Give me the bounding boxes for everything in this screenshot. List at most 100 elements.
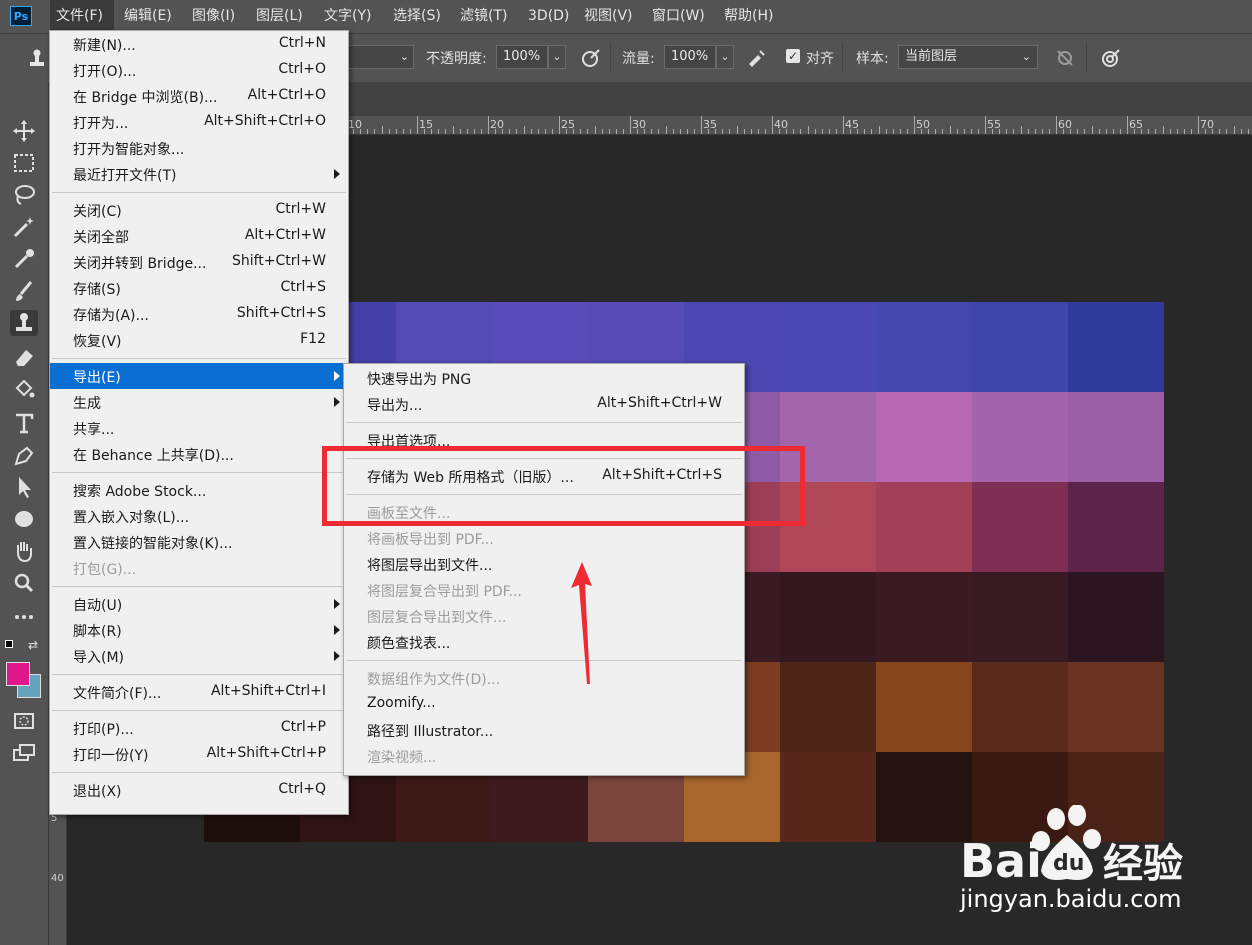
opacity-dropdown-caret[interactable]: ⌄ xyxy=(548,45,566,69)
menu-item[interactable]: 导入(M) xyxy=(50,643,348,669)
ruler-tick xyxy=(488,116,489,134)
hand-tool-icon[interactable] xyxy=(10,538,38,564)
menu-item[interactable]: 存储(S) Ctrl+S xyxy=(50,275,348,301)
menubar-item[interactable]: 图层(L) xyxy=(250,0,310,33)
clone-stamp-icon[interactable] xyxy=(26,47,48,69)
ruler-tick xyxy=(417,116,418,134)
lasso-tool-icon[interactable] xyxy=(10,182,38,208)
clone-stamp-tool-icon[interactable] xyxy=(10,310,38,336)
menu-item[interactable]: 新建(N)... Ctrl+N xyxy=(50,31,348,57)
ruler-tick xyxy=(594,126,596,134)
type-tool-icon[interactable] xyxy=(10,410,38,436)
menu-item[interactable]: 打印一份(Y) Alt+Shift+Ctrl+P xyxy=(50,741,348,767)
menu-item[interactable]: 共享... xyxy=(50,415,348,441)
quick-mask-icon[interactable] xyxy=(10,708,38,734)
menubar-item[interactable]: 选择(S) xyxy=(387,0,447,33)
menu-item-label: 置入嵌入对象(L)... xyxy=(73,510,190,526)
airbrush-icon[interactable] xyxy=(746,47,768,69)
ruler-tick xyxy=(963,129,965,134)
menu-item[interactable]: 关闭(C) Ctrl+W xyxy=(50,197,348,223)
menu-item[interactable]: 在 Bridge 中浏览(B)... Alt+Ctrl+O xyxy=(50,83,348,109)
menu-item[interactable]: 导出(E) xyxy=(50,363,348,389)
screen-mode-icon[interactable] xyxy=(10,740,38,766)
ignore-adjustment-layers-icon[interactable] xyxy=(1054,47,1076,69)
ruler-tick xyxy=(601,129,603,134)
ruler-tick xyxy=(1148,129,1150,134)
path-selection-tool-icon[interactable] xyxy=(10,474,38,500)
brush-tool-icon[interactable] xyxy=(10,278,38,304)
menu-item-label: 共享... xyxy=(73,422,115,438)
menubar-item[interactable]: 3D(D) xyxy=(522,0,570,33)
menu-item[interactable]: 关闭并转到 Bridge... Shift+Ctrl+W xyxy=(50,249,348,275)
pressure-size-icon[interactable] xyxy=(1100,47,1122,69)
flow-dropdown-caret[interactable]: ⌄ xyxy=(716,45,734,69)
move-tool-icon[interactable] xyxy=(10,118,38,144)
menu-item-shortcut: Shift+Ctrl+S xyxy=(236,305,326,321)
more-tools-icon[interactable] xyxy=(10,604,38,630)
menubar-item[interactable]: 滤镜(T) xyxy=(454,0,514,33)
marquee-tool-icon[interactable] xyxy=(10,150,38,176)
ruler-tick xyxy=(1226,129,1228,134)
menu-item[interactable]: 退出(X) Ctrl+Q xyxy=(50,777,348,803)
menu-item-label: 存储(S) xyxy=(73,282,121,298)
menubar-item[interactable]: 帮助(H) xyxy=(718,0,778,33)
menu-item[interactable]: 在 Behance 上共享(D)... xyxy=(50,441,348,467)
menu-item[interactable]: 关闭全部 Alt+Ctrl+W xyxy=(50,223,348,249)
menu-item[interactable]: 导出为... Alt+Shift+Ctrl+W xyxy=(344,391,744,417)
menu-item-label: 路径到 Illustrator... xyxy=(367,724,494,740)
brush-mode-dropdown[interactable]: ⌄ xyxy=(348,45,414,69)
menu-item[interactable]: 生成 xyxy=(50,389,348,415)
pen-tool-icon[interactable] xyxy=(10,442,38,468)
menubar-item[interactable]: 文字(Y) xyxy=(318,0,380,33)
menu-item[interactable]: 最近打开文件(T) xyxy=(50,161,348,187)
menubar-item[interactable]: 编辑(E) xyxy=(118,0,178,33)
menubar-item[interactable]: 窗口(W) xyxy=(646,0,712,33)
menu-item[interactable]: 打开为智能对象... xyxy=(50,135,348,161)
mosaic-tile xyxy=(780,302,876,392)
menu-item[interactable]: 存储为(A)... Shift+Ctrl+S xyxy=(50,301,348,327)
menu-item[interactable]: 置入链接的智能对象(K)... xyxy=(50,529,348,555)
menu-item[interactable]: 置入嵌入对象(L)... xyxy=(50,503,348,529)
ruler-tick xyxy=(566,129,568,134)
eraser-tool-icon[interactable] xyxy=(10,344,38,370)
sample-dropdown[interactable]: 当前图层 ⌄ xyxy=(898,45,1038,69)
menubar-item[interactable]: 文件(F) xyxy=(50,0,114,33)
mosaic-tile xyxy=(876,572,972,662)
default-colors-icon[interactable] xyxy=(5,640,15,650)
ruler-tick xyxy=(622,129,624,134)
menu-bar: Ps 文件(F) 编辑(E) 图像(I) 图层(L) 文字(Y) 选择(S) 滤镜(T) 3D… xyxy=(0,0,1252,33)
ruler-tick xyxy=(942,129,944,134)
align-checkbox[interactable]: ✓ xyxy=(786,49,800,63)
foreground-color-swatch[interactable] xyxy=(6,662,30,686)
ellipse-tool-icon[interactable] xyxy=(10,506,38,532)
menu-item[interactable]: 快速导出为 PNG xyxy=(344,365,744,391)
menu-item[interactable]: 脚本(R) xyxy=(50,617,348,643)
menu-item[interactable]: 打印(P)... Ctrl+P xyxy=(50,715,348,741)
pressure-opacity-icon[interactable] xyxy=(580,47,602,69)
swap-colors-icon[interactable]: ⇄ xyxy=(28,638,38,652)
menu-item[interactable]: 恢复(V) F12 xyxy=(50,327,348,353)
menu-item[interactable]: 文件简介(F)... Alt+Shift+Ctrl+I xyxy=(50,679,348,705)
flow-input[interactable]: 100% xyxy=(664,45,716,69)
menubar-item[interactable]: 视图(V) xyxy=(578,0,638,33)
opacity-input[interactable]: 100% xyxy=(496,45,548,69)
menu-item[interactable]: 打开为... Alt+Shift+Ctrl+O xyxy=(50,109,348,135)
eyedropper-tool-icon[interactable] xyxy=(10,246,38,272)
menu-item[interactable]: 搜索 Adobe Stock... xyxy=(50,477,348,503)
ruler-tick xyxy=(1247,129,1249,134)
magic-wand-tool-icon[interactable] xyxy=(10,214,38,240)
menubar-item[interactable]: 图像(I) xyxy=(186,0,246,33)
menu-item[interactable]: Zoomify... xyxy=(344,691,744,717)
ruler-tick xyxy=(360,129,362,134)
zoom-tool-icon[interactable] xyxy=(10,570,38,596)
menu-item[interactable]: 打开(O)... Ctrl+O xyxy=(50,57,348,83)
menu-item[interactable]: 路径到 Illustrator... xyxy=(344,717,744,743)
ruler-tick xyxy=(821,129,823,134)
menu-item-shortcut: Alt+Shift+Ctrl+I xyxy=(210,683,326,699)
sample-label: 样本: xyxy=(856,51,889,67)
menu-item[interactable]: 将图层导出到文件... xyxy=(344,551,744,577)
ruler-tick xyxy=(1112,129,1114,134)
menu-item[interactable]: 颜色查找表... xyxy=(344,629,744,655)
menu-item[interactable]: 自动(U) xyxy=(50,591,348,617)
paint-bucket-tool-icon[interactable] xyxy=(10,376,38,402)
